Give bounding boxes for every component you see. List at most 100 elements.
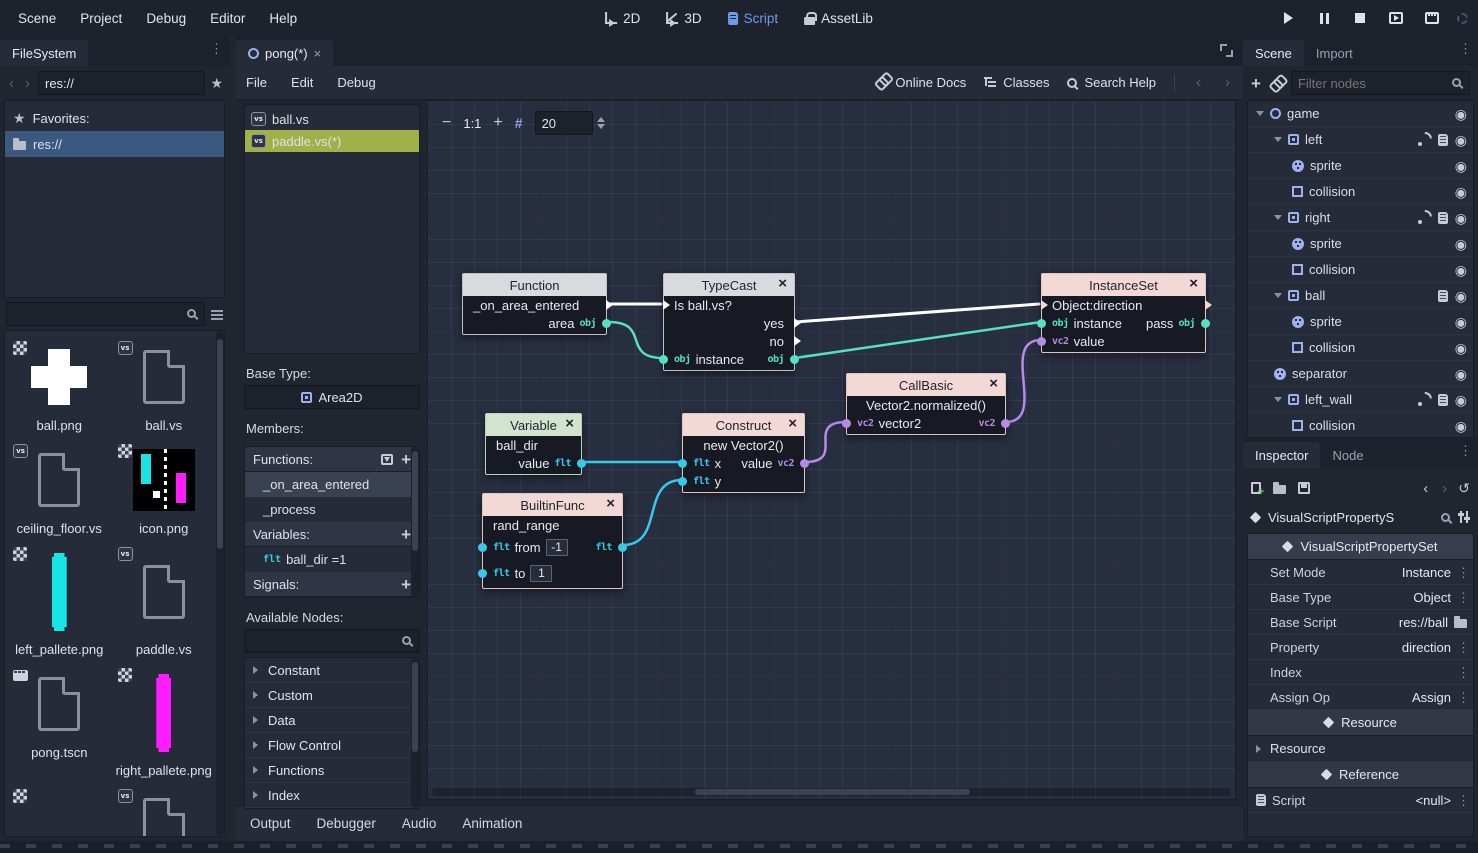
- signal-badge-icon[interactable]: [1418, 212, 1431, 224]
- node-header[interactable]: InstanceSet×: [1042, 274, 1205, 296]
- visibility-eye-icon[interactable]: ◉: [1455, 237, 1467, 251]
- visibility-eye-icon[interactable]: ◉: [1455, 159, 1467, 173]
- prop-menu-icon[interactable]: ⋮: [1457, 566, 1467, 579]
- scene-node-collision[interactable]: collision◉: [1248, 335, 1473, 361]
- visibility-eye-icon[interactable]: ◉: [1455, 393, 1467, 407]
- nav-back-icon[interactable]: ‹: [6, 75, 17, 92]
- view-3d-button[interactable]: 3D: [658, 7, 709, 30]
- output-port-icon[interactable]: [618, 543, 627, 552]
- history-icon[interactable]: ↺: [1458, 481, 1470, 495]
- menu-project[interactable]: Project: [70, 7, 132, 30]
- file-item[interactable]: vsceiling_floor.vs: [9, 440, 110, 543]
- history-forward-icon[interactable]: ›: [1439, 480, 1450, 497]
- graph-node-variable[interactable]: Variable×ball_dirvalueflt: [485, 413, 582, 475]
- close-node-icon[interactable]: ×: [1189, 275, 1198, 292]
- add-variables-header-icon[interactable]: +: [401, 526, 411, 543]
- scene-node-separator[interactable]: separator◉: [1248, 361, 1473, 387]
- script-item[interactable]: vsball.vs: [245, 108, 419, 130]
- category-flow-control[interactable]: Flow Control: [245, 733, 419, 758]
- snap-step-input[interactable]: [535, 111, 593, 135]
- stop-button[interactable]: [1349, 7, 1371, 29]
- collapse-arrow-icon[interactable]: [253, 691, 262, 699]
- close-node-icon[interactable]: ×: [778, 275, 787, 292]
- visibility-eye-icon[interactable]: ◉: [1455, 315, 1467, 329]
- section-resource[interactable]: Resource: [1248, 710, 1473, 736]
- tree-item-res[interactable]: res://: [5, 131, 224, 157]
- bottom-tab-debugger[interactable]: Debugger: [317, 816, 376, 831]
- inspector-tools-icon[interactable]: [1458, 511, 1470, 523]
- prop-menu-icon[interactable]: ⋮: [1457, 641, 1467, 654]
- close-node-icon[interactable]: ×: [788, 415, 797, 432]
- filesystem-menu-icon[interactable]: ⋮: [210, 42, 223, 55]
- property-search-icon[interactable]: [1441, 513, 1450, 522]
- history-back-icon[interactable]: ‹: [1420, 480, 1431, 497]
- file-item[interactable]: ball.png: [9, 337, 110, 440]
- collapse-arrow-icon[interactable]: [253, 741, 262, 749]
- tab-filesystem[interactable]: FileSystem: [0, 40, 88, 66]
- function-item[interactable]: _process: [245, 497, 419, 522]
- output-seq-port-icon[interactable]: [1205, 300, 1212, 310]
- list-view-toggle-icon[interactable]: [211, 310, 223, 320]
- file-item[interactable]: [9, 785, 110, 837]
- visibility-eye-icon[interactable]: ◉: [1455, 289, 1467, 303]
- prop-assign-op[interactable]: Assign OpAssign⋮: [1248, 685, 1473, 710]
- view-assetlib-button[interactable]: AssetLib: [796, 7, 881, 30]
- function-item[interactable]: _on_area_entered: [245, 472, 419, 497]
- script-item[interactable]: vspaddle.vs(*): [245, 130, 419, 152]
- zoom-out-button[interactable]: −: [442, 115, 451, 131]
- output-port-icon[interactable]: [1001, 419, 1010, 428]
- visibility-eye-icon[interactable]: ◉: [1455, 185, 1467, 199]
- script-history-back-icon[interactable]: ‹: [1193, 74, 1204, 91]
- script-badge-icon[interactable]: [1438, 134, 1448, 146]
- pause-button[interactable]: [1313, 7, 1335, 29]
- close-tab-icon[interactable]: ×: [314, 46, 322, 61]
- visibility-eye-icon[interactable]: ◉: [1455, 419, 1467, 433]
- close-node-icon[interactable]: ×: [606, 495, 615, 512]
- save-resource-icon[interactable]: [1298, 482, 1310, 494]
- add-signals-header-icon[interactable]: +: [401, 576, 411, 593]
- resource-name[interactable]: VisualScriptPropertyS: [1268, 510, 1433, 525]
- file-item[interactable]: vsball.vs: [114, 337, 215, 440]
- scene-node-game[interactable]: game◉: [1248, 101, 1473, 127]
- visual-script-graph[interactable]: − 1:1 + # Function_on_area_enteredareaob…: [427, 100, 1236, 800]
- node-search-input[interactable]: [244, 629, 420, 653]
- input-port-icon[interactable]: [1037, 319, 1046, 328]
- input-port-icon[interactable]: [1037, 337, 1046, 346]
- prop-base-type[interactable]: Base TypeObject⋮: [1248, 585, 1473, 610]
- prop-menu-icon[interactable]: ⋮: [1457, 691, 1467, 704]
- add-functions-header-icon[interactable]: +: [401, 451, 411, 468]
- file-search-input[interactable]: [6, 302, 205, 326]
- file-item[interactable]: left_pallete.png: [9, 543, 110, 664]
- play-scene-button[interactable]: [1385, 7, 1407, 29]
- script-badge-icon[interactable]: [1438, 290, 1448, 302]
- category-data[interactable]: Data: [245, 708, 419, 733]
- play-custom-button[interactable]: [1421, 7, 1443, 29]
- scene-node-sprite[interactable]: sprite◉: [1248, 153, 1473, 179]
- input-port-icon[interactable]: [659, 355, 668, 364]
- graph-node-builtinfunc[interactable]: BuiltinFunc×rand_rangefltfrom-1fltfltto1: [482, 493, 623, 589]
- scene-node-right[interactable]: right◉: [1248, 205, 1473, 231]
- editor-menu-file[interactable]: File: [246, 75, 267, 90]
- node-header[interactable]: Function: [463, 274, 606, 296]
- expand-arrow-icon[interactable]: [1274, 137, 1282, 146]
- file-grid-scrollbar[interactable]: [216, 331, 224, 836]
- filter-nodes-input[interactable]: [1291, 71, 1470, 95]
- file-item[interactable]: vspaddle.vs: [114, 543, 215, 664]
- category-custom[interactable]: Custom: [245, 683, 419, 708]
- input-port-icon[interactable]: [678, 477, 687, 486]
- expand-arrow-icon[interactable]: [1274, 293, 1282, 302]
- spin-arrows-icon[interactable]: [597, 113, 605, 133]
- variable-item[interactable]: fltball_dir =1: [245, 547, 419, 572]
- scene-node-sprite[interactable]: sprite◉: [1248, 309, 1473, 335]
- input-port-icon[interactable]: [678, 459, 687, 468]
- collapse-arrow-icon[interactable]: [253, 716, 262, 724]
- scene-node-left[interactable]: left◉: [1248, 127, 1473, 153]
- menu-debug[interactable]: Debug: [136, 7, 196, 30]
- tab-inspector[interactable]: Inspector: [1243, 442, 1320, 468]
- prop-menu-icon[interactable]: ⋮: [1457, 591, 1467, 604]
- node-header[interactable]: CallBasic×: [847, 374, 1005, 396]
- snap-grid-icon[interactable]: #: [515, 116, 523, 130]
- classes-button[interactable]: Classes: [984, 75, 1049, 90]
- section-reference[interactable]: Reference: [1248, 762, 1473, 788]
- collapse-arrow-icon[interactable]: [1256, 745, 1265, 753]
